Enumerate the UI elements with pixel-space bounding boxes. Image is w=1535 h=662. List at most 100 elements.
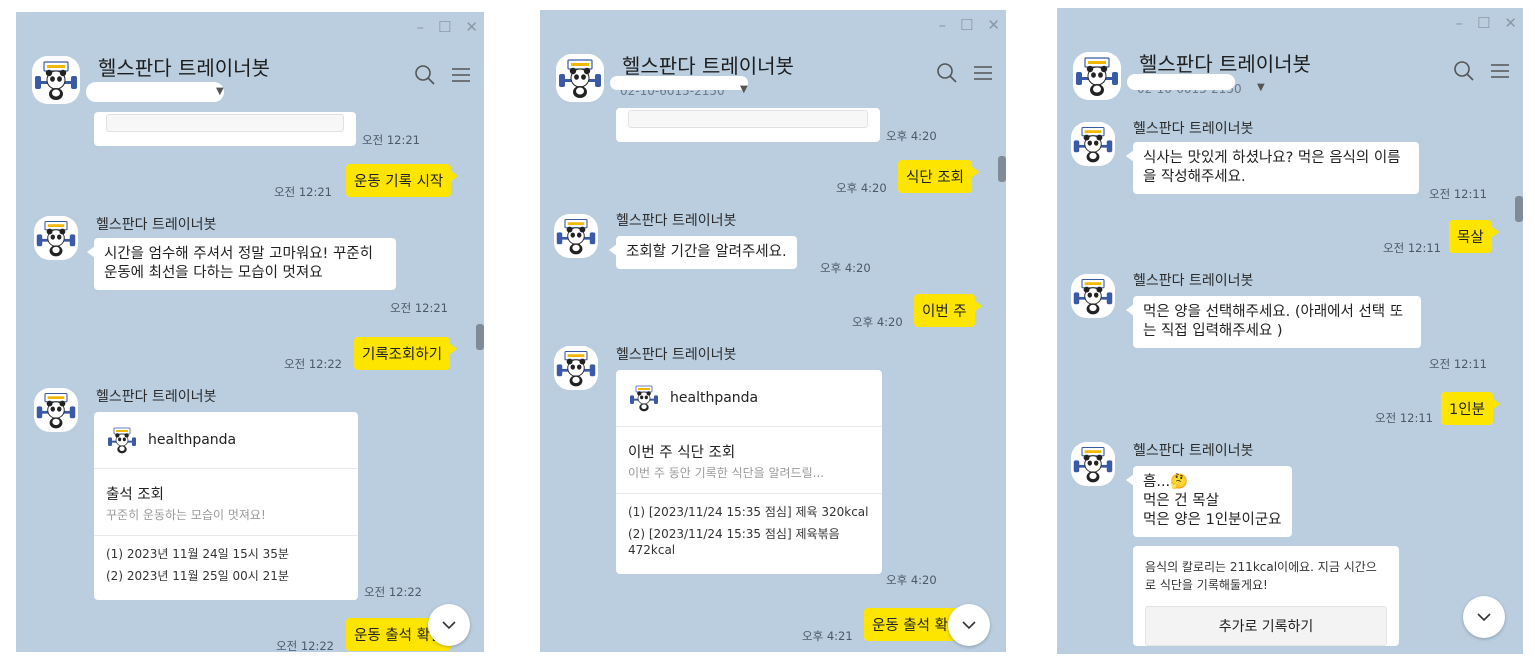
bot-avatar <box>1071 274 1115 318</box>
dropdown-caret-icon[interactable]: ▼ <box>216 86 224 97</box>
search-icon[interactable] <box>414 64 436 86</box>
minimize-icon[interactable]: – <box>938 16 946 34</box>
bot-avatar <box>554 214 598 258</box>
dropdown-caret-icon[interactable]: ▼ <box>1257 82 1265 93</box>
message-time: 오전 12:22 <box>284 357 342 371</box>
my-message[interactable]: 운동 기록 시작 <box>346 164 459 197</box>
bot-message[interactable]: 식사는 맛있게 하셨나요? 먹은 음식의 이름을 작성해주세요. <box>1126 142 1419 194</box>
my-message[interactable]: 1인분 <box>1441 392 1500 425</box>
bot-avatar <box>34 216 78 260</box>
close-icon[interactable]: ✕ <box>1504 14 1517 32</box>
maximize-icon[interactable]: ☐ <box>960 16 973 34</box>
message-time: 오전 12:11 <box>1429 357 1487 371</box>
sender-name: 헬스판다 트레이너봇 <box>1133 273 1254 289</box>
my-message[interactable]: 기록조회하기 <box>354 337 458 370</box>
sender-name: 헬스판다 트레이너봇 <box>96 389 217 405</box>
window-controls: – ☐ ✕ <box>938 16 1000 34</box>
scrollbar[interactable] <box>476 324 484 350</box>
chat-title: 헬스판다 트레이너봇 <box>1139 52 1311 76</box>
sender-name: 헬스판다 트레이너봇 <box>616 213 737 229</box>
bot-message-line: 흠...🤔 <box>1143 474 1189 490</box>
scroll-down-button[interactable] <box>428 604 470 646</box>
search-icon[interactable] <box>936 62 958 84</box>
diet-card[interactable]: healthpanda 이번 주 식단 조회 이번 주 동안 기록한 식단을 알… <box>616 370 882 574</box>
list-item: (2) 2023년 11월 25일 00시 21분 <box>106 569 289 583</box>
bot-avatar <box>554 346 598 390</box>
card-description: 이번 주 동안 기록한 식단을 알려드릴... <box>616 462 882 494</box>
message-time: 오후 4:21 <box>802 629 853 643</box>
scrollbar[interactable] <box>1515 196 1523 222</box>
bot-avatar[interactable] <box>1073 52 1121 100</box>
redaction <box>610 76 748 90</box>
brand-avatar <box>106 424 138 456</box>
bot-avatar <box>34 388 78 432</box>
maximize-icon[interactable]: ☐ <box>438 18 451 36</box>
hamburger-menu-icon[interactable] <box>1489 60 1511 82</box>
bot-avatar[interactable] <box>556 54 604 102</box>
close-icon[interactable]: ✕ <box>465 18 478 36</box>
sender-name: 헬스판다 트레이너봇 <box>96 217 217 233</box>
bot-avatar[interactable] <box>32 56 80 104</box>
hamburger-menu-icon[interactable] <box>972 62 994 84</box>
redaction <box>1127 74 1235 90</box>
message-time: 오전 12:22 <box>276 639 334 652</box>
card-title: 출석 조회 <box>106 487 164 503</box>
minimize-icon[interactable]: – <box>1455 14 1463 32</box>
record-card: 음식의 칼로리는 211kcal이에요. 지금 시간으로 식단을 기록해둘게요!… <box>1133 546 1399 646</box>
message-time: 오후 4:20 <box>886 129 937 143</box>
chevron-down-icon <box>959 615 979 635</box>
message-time: 오전 12:21 <box>362 133 420 147</box>
card-title: 이번 주 식단 조회 <box>628 445 736 461</box>
message-time: 오전 12:22 <box>364 585 422 599</box>
my-message[interactable]: 이번 주 <box>914 294 982 327</box>
my-message[interactable]: 식단 조회 <box>898 160 979 193</box>
close-icon[interactable]: ✕ <box>987 16 1000 34</box>
bot-message-line: 먹은 건 목살 <box>1143 493 1219 509</box>
message-time: 오전 12:11 <box>1429 187 1487 201</box>
card-header: healthpanda <box>94 412 358 469</box>
list-item: (1) 2023년 11월 24일 15시 35분 <box>106 547 289 561</box>
minimize-icon[interactable]: – <box>416 18 424 36</box>
maximize-icon[interactable]: ☐ <box>1477 14 1490 32</box>
chat-title: 헬스판다 트레이너봇 <box>98 56 270 80</box>
brand-avatar <box>628 382 660 414</box>
list-item: (2) [2023/11/24 15:35 점심] 제육볶음 472kcal <box>628 527 840 557</box>
bot-message[interactable]: 먹은 양을 선택해주세요. (아래에서 선택 또는 직접 입력해주세요 ) <box>1126 296 1421 348</box>
bot-message[interactable]: 시간을 엄수해 주셔서 정말 고마워요! 꾸준히 운동에 최선을 다하는 모습이… <box>87 238 396 290</box>
previous-card-bottom <box>616 108 880 142</box>
bot-message-line: 먹은 양은 1인분이군요 <box>1143 512 1282 528</box>
scroll-down-button[interactable] <box>948 604 990 646</box>
attendance-card[interactable]: healthpanda 출석 조회 꾸준히 운동하는 모습이 멋져요! (1) … <box>94 412 358 600</box>
scrollbar[interactable] <box>998 156 1006 182</box>
bot-message[interactable]: 흠...🤔 먹은 건 목살 먹은 양은 1인분이군요 <box>1126 466 1292 537</box>
add-record-button[interactable]: 추가로 기록하기 <box>1145 606 1387 646</box>
message-time: 오후 4:20 <box>852 315 903 329</box>
sender-name: 헬스판다 트레이너봇 <box>1133 121 1254 137</box>
message-time: 오후 4:20 <box>886 573 937 587</box>
chat-header: 헬스판다 트레이너봇 02-10-6015-2150 ▼ <box>1057 44 1523 108</box>
sender-name: 헬스판다 트레이너봇 <box>616 347 737 363</box>
window-controls: – ☐ ✕ <box>1455 14 1517 32</box>
list-item: (1) [2023/11/24 15:35 점심] 제육 320kcal <box>628 505 869 519</box>
bot-message[interactable]: 조회할 기간을 알려주세요. <box>609 236 797 269</box>
chevron-down-icon <box>439 615 459 635</box>
chevron-down-icon <box>1474 607 1494 627</box>
sender-name: 헬스판다 트레이너봇 <box>1133 443 1254 459</box>
dropdown-caret-icon[interactable]: ▼ <box>740 84 748 95</box>
card-brand: healthpanda <box>148 432 237 448</box>
bot-avatar <box>1071 442 1115 486</box>
my-message[interactable]: 목살 <box>1449 220 1499 253</box>
window-controls: – ☐ ✕ <box>416 18 478 36</box>
search-icon[interactable] <box>1453 60 1475 82</box>
scroll-down-button[interactable] <box>1463 596 1505 638</box>
message-time: 오후 4:20 <box>820 261 871 275</box>
message-time: 오전 12:21 <box>390 301 448 315</box>
hamburger-menu-icon[interactable] <box>450 64 472 86</box>
message-time: 오후 4:20 <box>836 181 887 195</box>
chat-title: 헬스판다 트레이너봇 <box>622 54 794 78</box>
previous-card-bottom <box>94 112 356 146</box>
chat-window-1: – ☐ ✕ 헬스판다 트레이너봇 ▼ 오전 12:21 오전 12:21 운동 … <box>16 12 484 652</box>
redacted-subtitle <box>86 82 224 102</box>
message-time: 오전 12:11 <box>1375 411 1433 425</box>
card-message: 음식의 칼로리는 211kcal이에요. 지금 시간으로 식단을 기록해둘게요! <box>1145 560 1377 592</box>
